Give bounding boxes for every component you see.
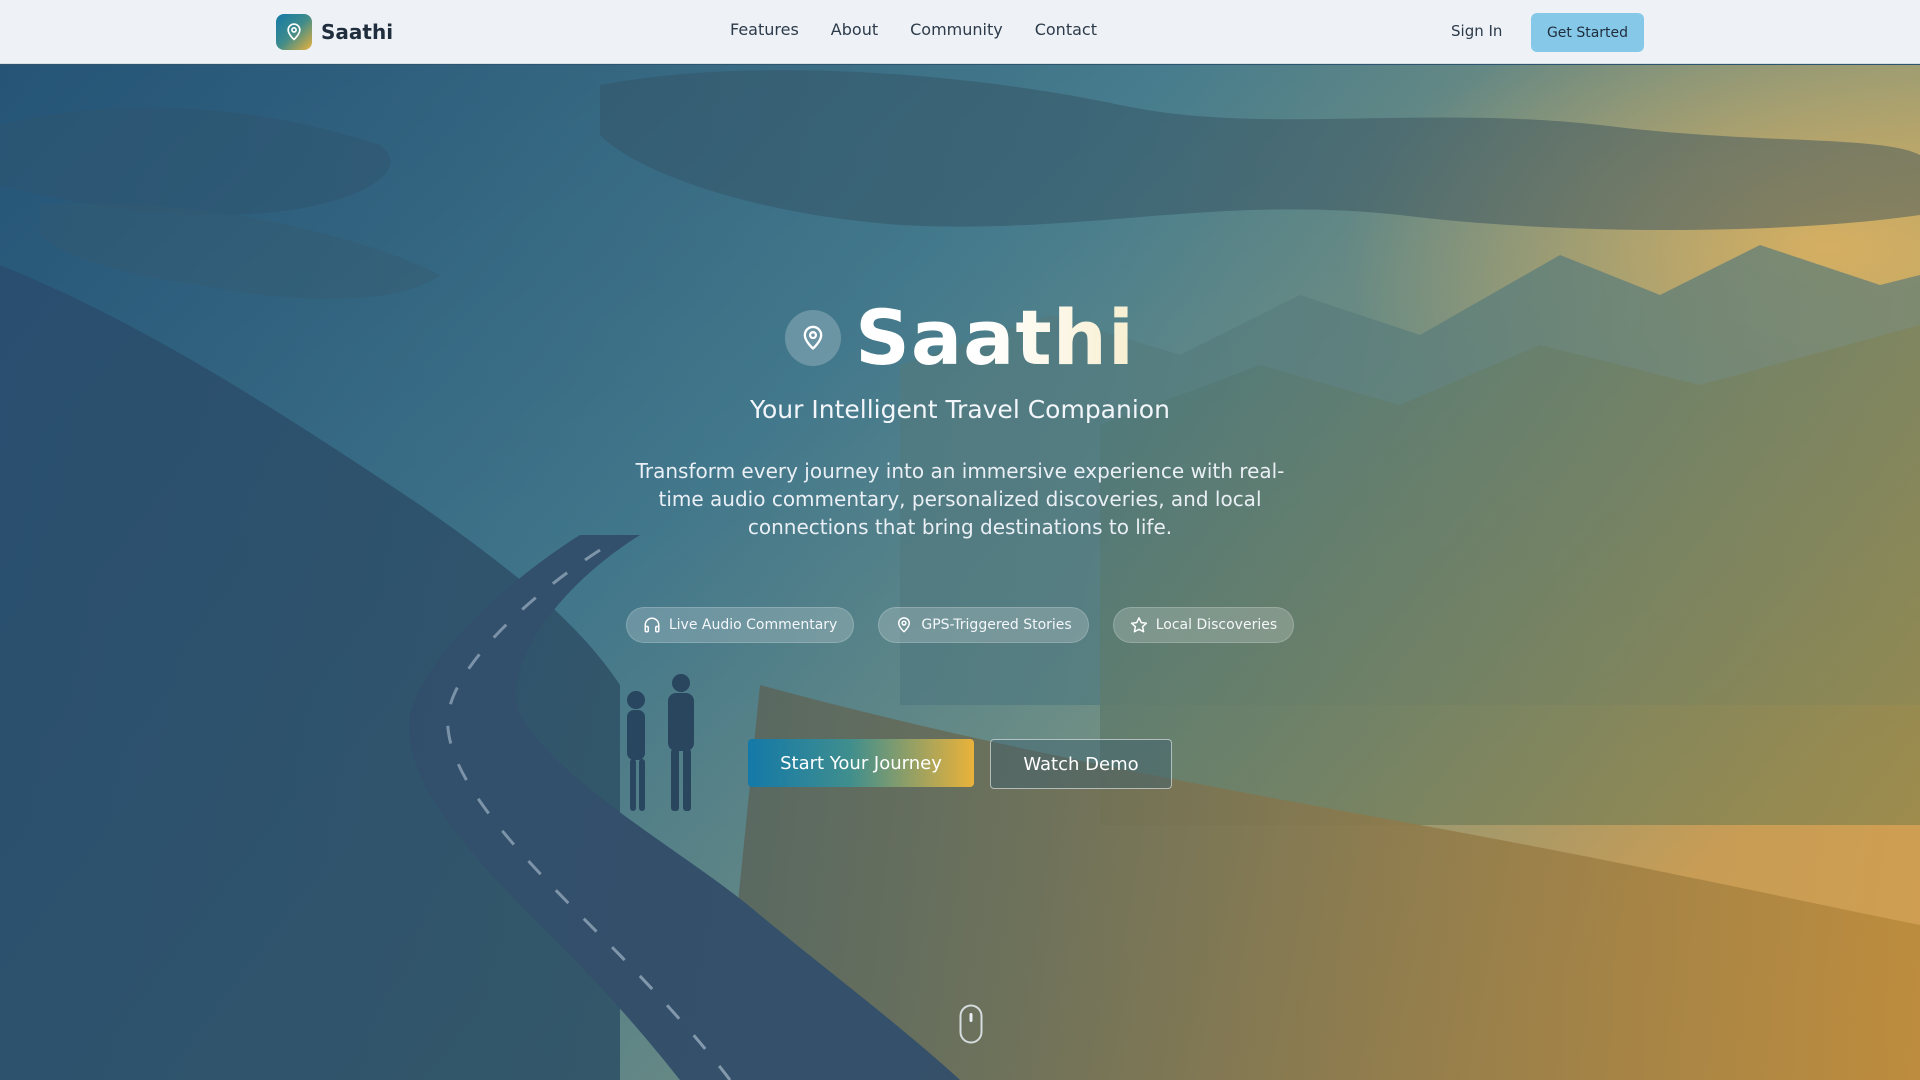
nav-link-about[interactable]: About: [831, 20, 878, 39]
feature-chips: Live Audio Commentary GPS-Triggered Stor…: [0, 607, 1920, 643]
hero-overlay: [0, 65, 1920, 1080]
feature-chip-local: Local Discoveries: [1112, 607, 1295, 643]
hero-title-row: Saathi: [0, 293, 1920, 382]
main-nav: Features About Community Contact: [730, 20, 1097, 39]
feature-chip-label: Live Audio Commentary: [668, 617, 838, 633]
nav-link-community[interactable]: Community: [910, 20, 1003, 39]
feature-chip-label: Local Discoveries: [1155, 617, 1278, 633]
hero-cta-row: Start Your Journey Watch Demo: [0, 739, 1920, 789]
map-pin-icon: [276, 14, 312, 50]
hero-title: Saathi: [855, 293, 1135, 382]
hero-section: Saathi Your Intelligent Travel Companion…: [0, 65, 1920, 1080]
hero-description: Transform every journey into an immersiv…: [635, 459, 1285, 539]
top-navbar: Saathi Features About Community Contact …: [0, 0, 1920, 64]
map-pin-icon: [785, 309, 842, 366]
nav-link-features[interactable]: Features: [730, 20, 799, 39]
sign-in-link[interactable]: Sign In: [1451, 22, 1502, 40]
get-started-button[interactable]: Get Started: [1531, 13, 1644, 52]
brand-name: Saathi: [321, 20, 394, 44]
hero-subtitle: Your Intelligent Travel Companion: [750, 395, 1170, 424]
star-icon: [1130, 616, 1148, 634]
brand-home-link[interactable]: Saathi: [276, 14, 393, 50]
feature-chip-gps: GPS-Triggered Stories: [878, 607, 1089, 643]
mouse-scroll-icon[interactable]: [959, 1004, 983, 1044]
map-pin-icon: [895, 616, 913, 634]
start-journey-button[interactable]: Start Your Journey: [748, 739, 974, 787]
feature-chip-audio: Live Audio Commentary: [625, 607, 855, 643]
nav-link-contact[interactable]: Contact: [1035, 20, 1097, 39]
feature-chip-label: GPS-Triggered Stories: [921, 617, 1072, 633]
watch-demo-button[interactable]: Watch Demo: [990, 739, 1172, 789]
headphones-icon: [643, 616, 661, 634]
